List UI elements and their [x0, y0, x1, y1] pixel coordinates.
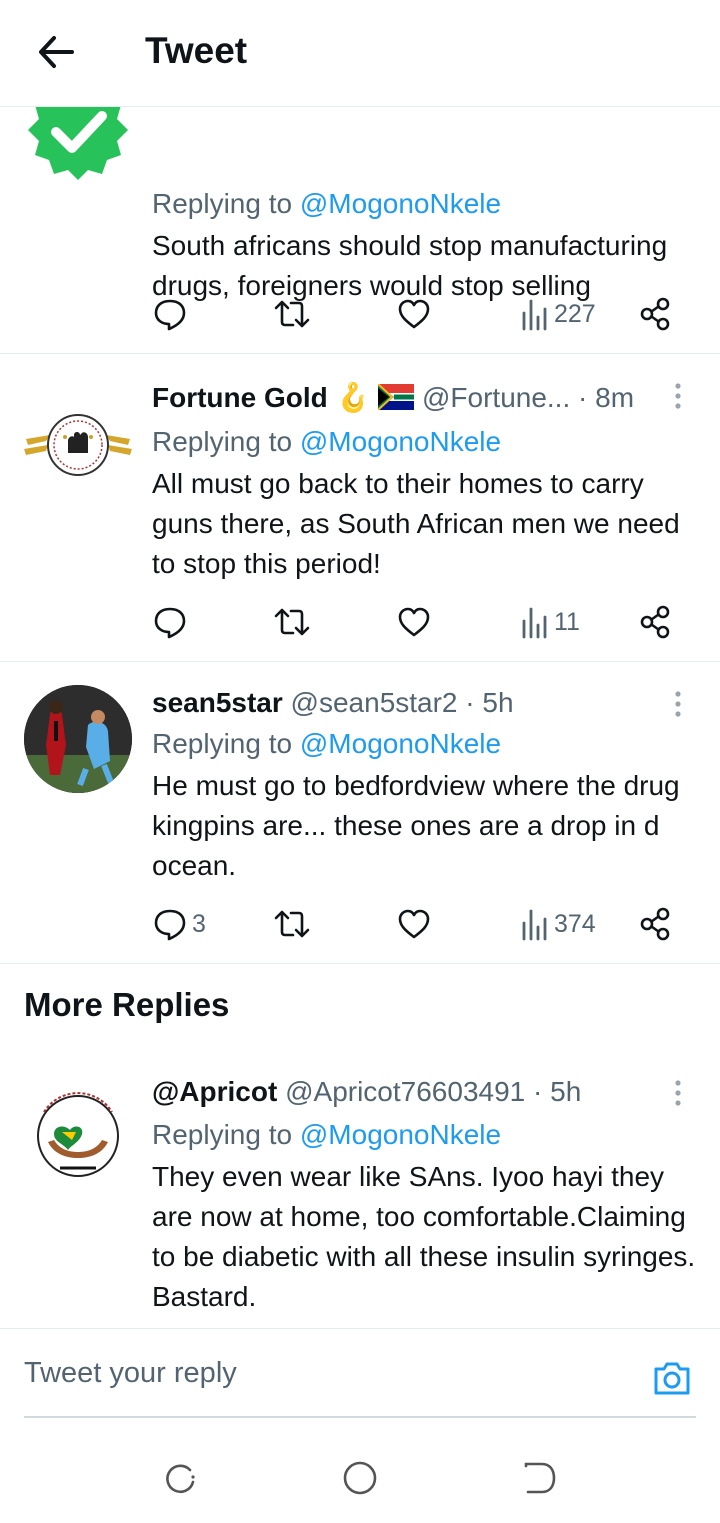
separator-dot: · [465, 687, 475, 718]
views-icon [522, 299, 547, 331]
view-count: 374 [554, 909, 596, 938]
more-icon[interactable] [666, 1078, 690, 1108]
reply-icon [154, 299, 186, 331]
avatar[interactable] [24, 1082, 132, 1190]
retweet-icon [274, 608, 310, 636]
share-button[interactable] [638, 600, 672, 644]
tweet-3[interactable]: sean5star @sean5star2 · 5h Replying to @… [0, 661, 720, 964]
tweet-actions: 11 [152, 600, 682, 644]
author-handle[interactable]: @sean5star2 [291, 687, 458, 718]
like-button[interactable] [396, 902, 432, 946]
share-button[interactable] [638, 292, 672, 336]
author-name[interactable]: @Apricot [152, 1076, 277, 1107]
tweet-text: They even wear like SAns. Iyoo hayi they… [152, 1161, 696, 1312]
author-handle[interactable]: @Apricot76603491 [285, 1076, 525, 1107]
like-button[interactable] [396, 292, 432, 336]
like-icon [398, 299, 430, 329]
hook-emoji: 🪝 [335, 382, 371, 413]
views-icon [522, 607, 547, 639]
mention-link[interactable]: @MogonoNkele [300, 1119, 501, 1150]
author-handle[interactable]: @Fortune... [422, 382, 570, 413]
separator-dot: · [533, 1076, 543, 1107]
author-row: Fortune Gold 🪝 @Fortune... · 8m [152, 381, 634, 414]
like-icon [398, 909, 430, 939]
tweet-time: 8m [595, 382, 635, 413]
tweet-1-actions: 227 [152, 292, 682, 336]
tweet-4[interactable]: @Apricot @Apricot76603491 · 5h Replying … [0, 1056, 720, 1328]
more-icon[interactable] [666, 381, 690, 411]
like-icon [398, 607, 430, 637]
author-name[interactable]: sean5star [152, 687, 283, 718]
author-name[interactable]: Fortune Gold [152, 382, 328, 413]
views-button[interactable]: 374 [520, 902, 596, 946]
tweet-text: He must go to bedfordview where the drug… [152, 770, 680, 881]
replying-to: Replying to @MogonoNkele [152, 188, 501, 220]
retweet-button[interactable] [272, 600, 312, 644]
replying-to: Replying to @MogonoNkele [152, 1119, 501, 1151]
replying-label: Replying to [152, 1119, 293, 1150]
author-row: sean5star @sean5star2 · 5h [152, 687, 514, 719]
reply-input[interactable]: Tweet your reply [24, 1357, 237, 1390]
sean5star-avatar [24, 685, 132, 793]
replying-label: Replying to [152, 188, 293, 219]
like-button[interactable] [396, 600, 432, 644]
mention-link[interactable]: @MogonoNkele [300, 426, 501, 457]
separator-dot: · [578, 382, 588, 413]
south-africa-flag-icon [377, 383, 415, 411]
reply-composer[interactable]: Tweet your reply [0, 1328, 720, 1419]
system-nav-bar [0, 1430, 720, 1523]
tweet-time: 5h [550, 1076, 582, 1107]
tweet-2[interactable]: Fortune Gold 🪝 @Fortune... · 8m Replying… [0, 353, 720, 662]
replies-feed[interactable]: Replying to @MogonoNkele South africans … [0, 106, 720, 1328]
views-button[interactable]: 227 [520, 292, 596, 336]
mention-link[interactable]: @MogonoNkele [300, 728, 501, 759]
reply-button[interactable] [152, 600, 192, 644]
more-icon[interactable] [666, 689, 690, 719]
reply-icon [154, 909, 186, 941]
views-button[interactable]: 11 [520, 600, 580, 644]
author-row: @Apricot @Apricot76603491 · 5h [152, 1076, 581, 1108]
mention-link[interactable]: @MogonoNkele [300, 188, 501, 219]
reply-icon [154, 607, 186, 639]
reply-underline [24, 1416, 696, 1418]
retweet-icon [274, 910, 310, 938]
retweet-button[interactable] [272, 902, 312, 946]
share-icon [640, 605, 670, 639]
recents-icon[interactable] [160, 1458, 200, 1498]
replying-to: Replying to @MogonoNkele [152, 728, 501, 760]
replying-label: Replying to [152, 728, 293, 759]
retweet-button[interactable] [272, 292, 312, 336]
verified-badge-avatar [28, 106, 128, 180]
retweet-icon [274, 300, 310, 328]
view-count: 11 [554, 607, 580, 636]
home-icon[interactable] [340, 1458, 380, 1498]
share-icon [640, 907, 670, 941]
reply-button[interactable] [152, 292, 192, 336]
avatar[interactable] [24, 685, 132, 793]
views-icon [522, 909, 547, 941]
replying-to: Replying to @MogonoNkele [152, 426, 501, 458]
tweet-actions: 3 374 [152, 902, 682, 946]
view-count: 227 [554, 299, 596, 328]
share-button[interactable] [638, 902, 672, 946]
back-nav-icon[interactable] [520, 1458, 560, 1498]
tweet-time: 5h [482, 687, 514, 718]
top-bar: Tweet [0, 0, 720, 107]
replying-label: Replying to [152, 426, 293, 457]
back-arrow-icon[interactable] [36, 32, 76, 72]
share-icon [640, 297, 670, 331]
fortune-gold-avatar [24, 414, 132, 476]
camera-icon[interactable] [652, 1359, 692, 1397]
avatar[interactable] [24, 391, 132, 499]
avatar[interactable] [24, 106, 132, 184]
page-title: Tweet [145, 30, 248, 71]
apricot-avatar [37, 1092, 119, 1177]
reply-count: 3 [192, 909, 206, 938]
reply-button[interactable]: 3 [152, 902, 206, 946]
more-replies-heading: More Replies [24, 986, 230, 1023]
tweet-text: All must go back to their homes to carry… [152, 468, 680, 579]
